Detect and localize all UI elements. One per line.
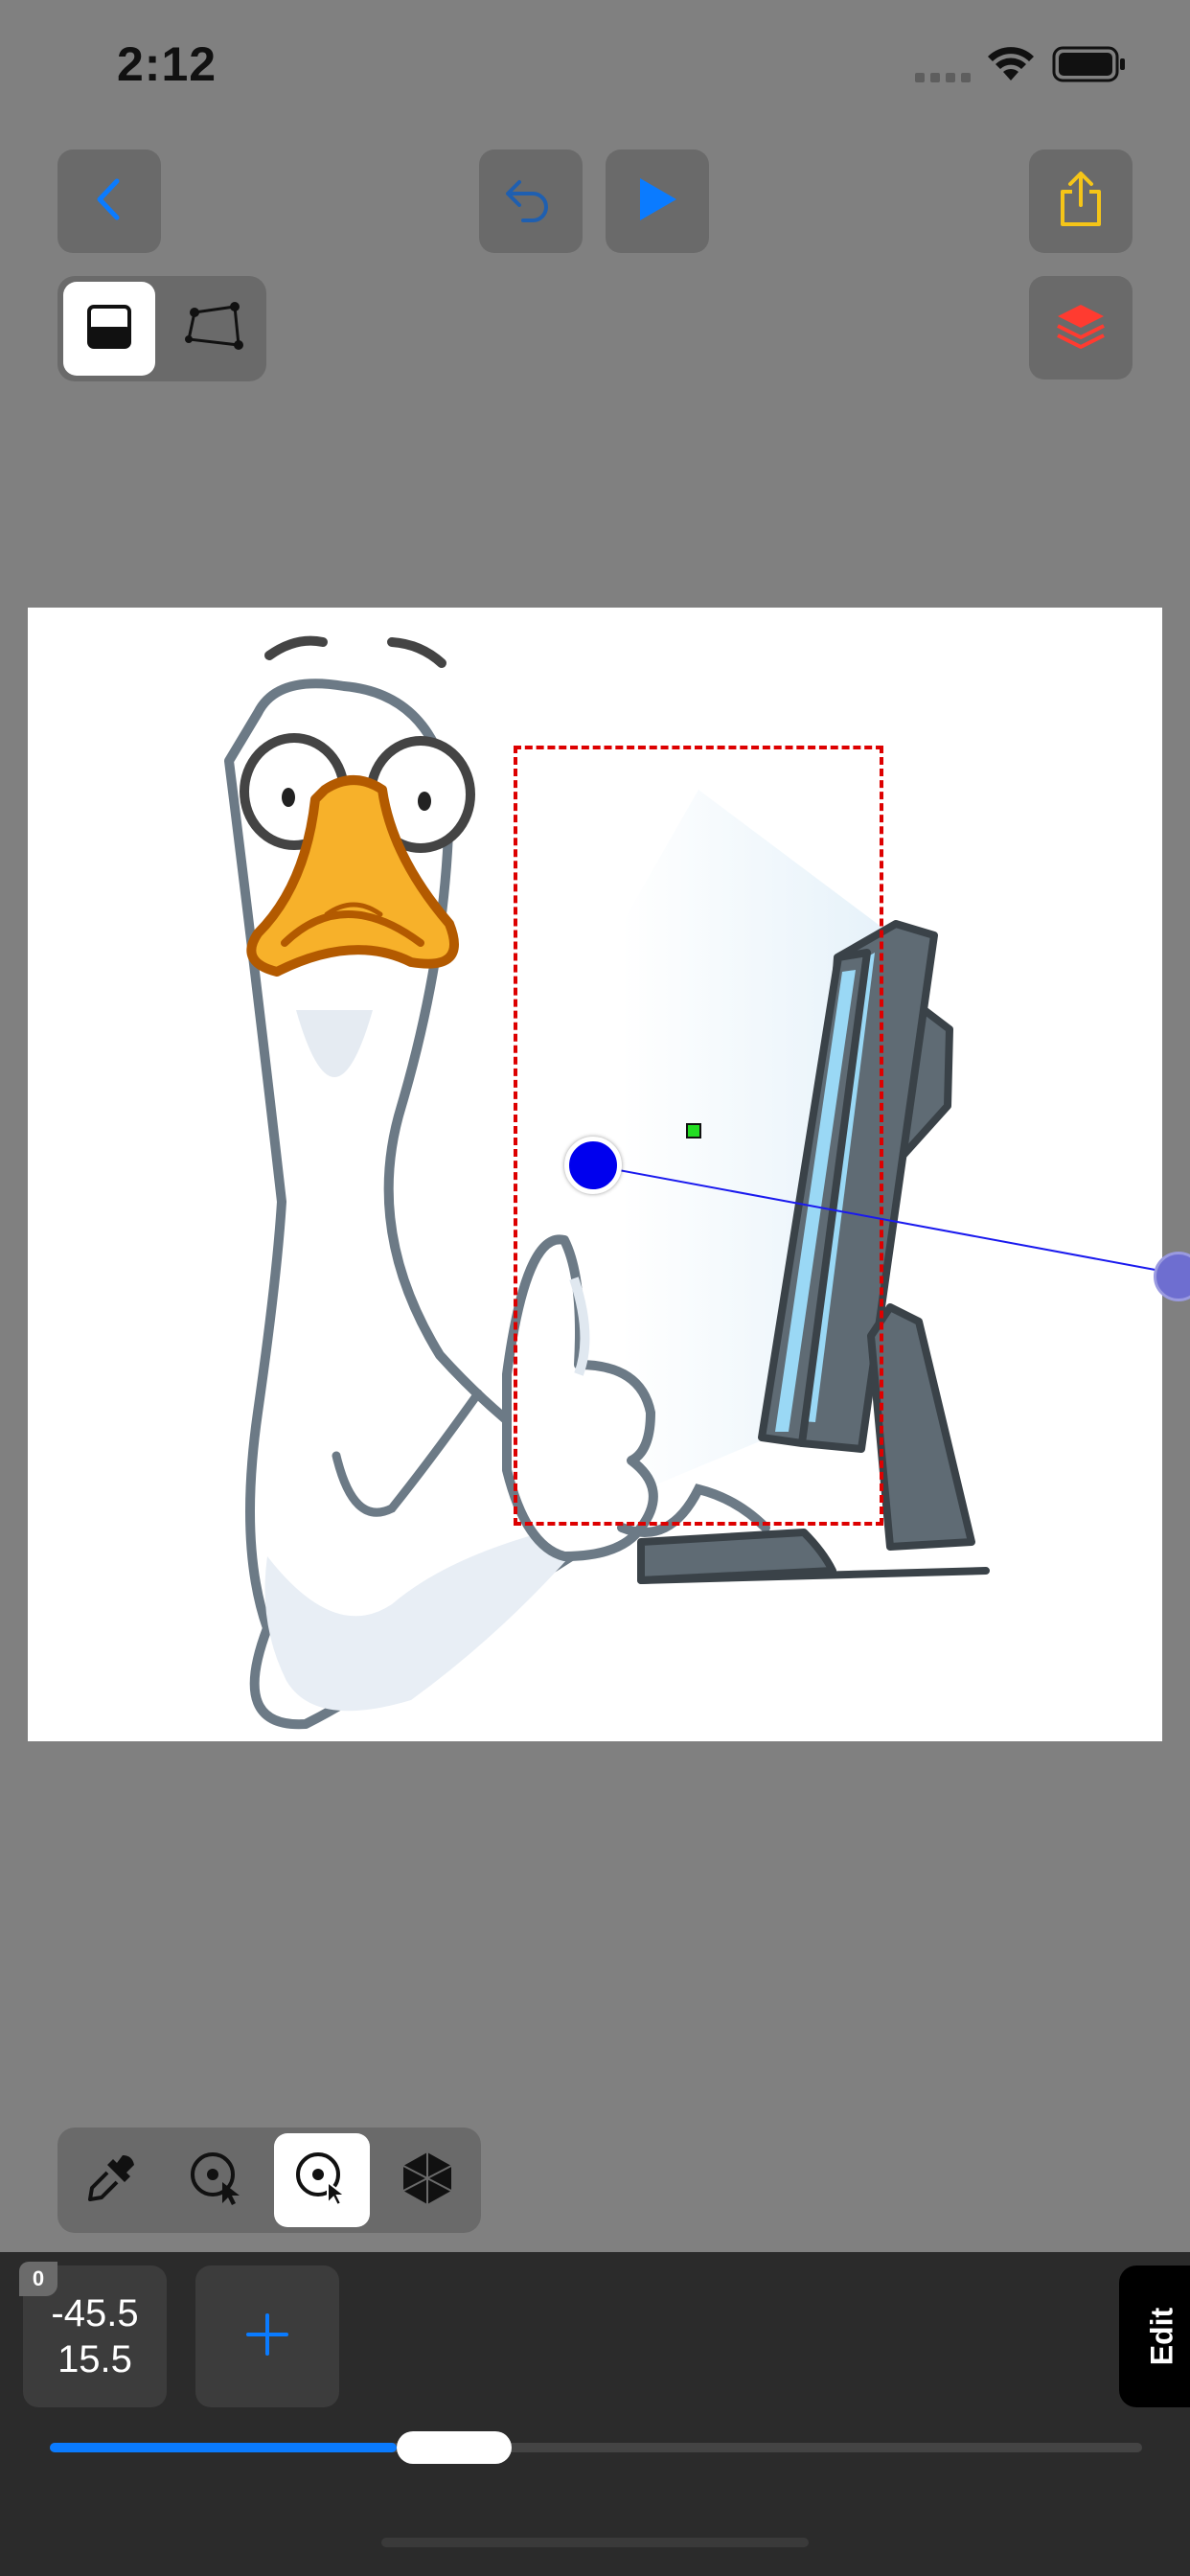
battery-icon xyxy=(1052,46,1127,87)
target-cursor-tool-selected[interactable] xyxy=(274,2133,370,2227)
slider-fill xyxy=(50,2443,397,2452)
add-button[interactable] xyxy=(195,2266,339,2407)
fill-mode-icon xyxy=(87,304,131,354)
tool-picker xyxy=(57,2128,481,2233)
slider-thumb[interactable] xyxy=(396,2431,512,2464)
undo-icon xyxy=(504,176,558,227)
drawing-canvas[interactable] xyxy=(28,608,1162,1741)
cube-icon xyxy=(400,2150,454,2212)
status-time: 2:12 xyxy=(117,37,217,91)
coordinate-card[interactable]: 0 -45.5 15.5 xyxy=(19,2262,167,2407)
polygon-mode-button[interactable] xyxy=(169,282,261,376)
share-icon xyxy=(1057,171,1105,233)
index-badge: 0 xyxy=(19,2262,57,2296)
home-indicator xyxy=(381,2538,809,2547)
coord-y: 15.5 xyxy=(57,2338,132,2380)
eyedropper-icon xyxy=(84,2151,138,2210)
target-cursor-icon xyxy=(188,2150,245,2212)
polygon-mode-icon xyxy=(185,301,244,357)
target-cursor-tool[interactable] xyxy=(169,2133,264,2227)
undo-button[interactable] xyxy=(479,150,583,253)
share-button[interactable] xyxy=(1029,150,1133,253)
wifi-icon xyxy=(987,46,1035,87)
fill-mode-button[interactable] xyxy=(63,282,155,376)
bottom-panel xyxy=(0,2252,1190,2576)
cube-tool[interactable] xyxy=(379,2133,475,2227)
back-button[interactable] xyxy=(57,150,161,253)
eyedropper-tool[interactable] xyxy=(63,2133,159,2227)
signal-dots-icon xyxy=(915,71,971,89)
target-cursor-selected-icon xyxy=(293,2150,351,2212)
plus-icon xyxy=(244,2312,290,2362)
edit-tab[interactable]: Edit xyxy=(1119,2266,1190,2407)
play-button[interactable] xyxy=(606,150,709,253)
gradient-start-handle[interactable] xyxy=(564,1137,622,1194)
layers-button[interactable] xyxy=(1029,276,1133,380)
layers-icon xyxy=(1054,299,1108,357)
mode-segmented-control xyxy=(57,276,266,381)
chevron-left-icon xyxy=(90,175,128,228)
center-point-handle[interactable] xyxy=(686,1123,701,1138)
timeline-slider[interactable] xyxy=(50,2431,1142,2464)
edit-label: Edit xyxy=(1144,2307,1179,2366)
play-icon xyxy=(636,176,678,227)
coord-x: -45.5 xyxy=(51,2292,139,2334)
